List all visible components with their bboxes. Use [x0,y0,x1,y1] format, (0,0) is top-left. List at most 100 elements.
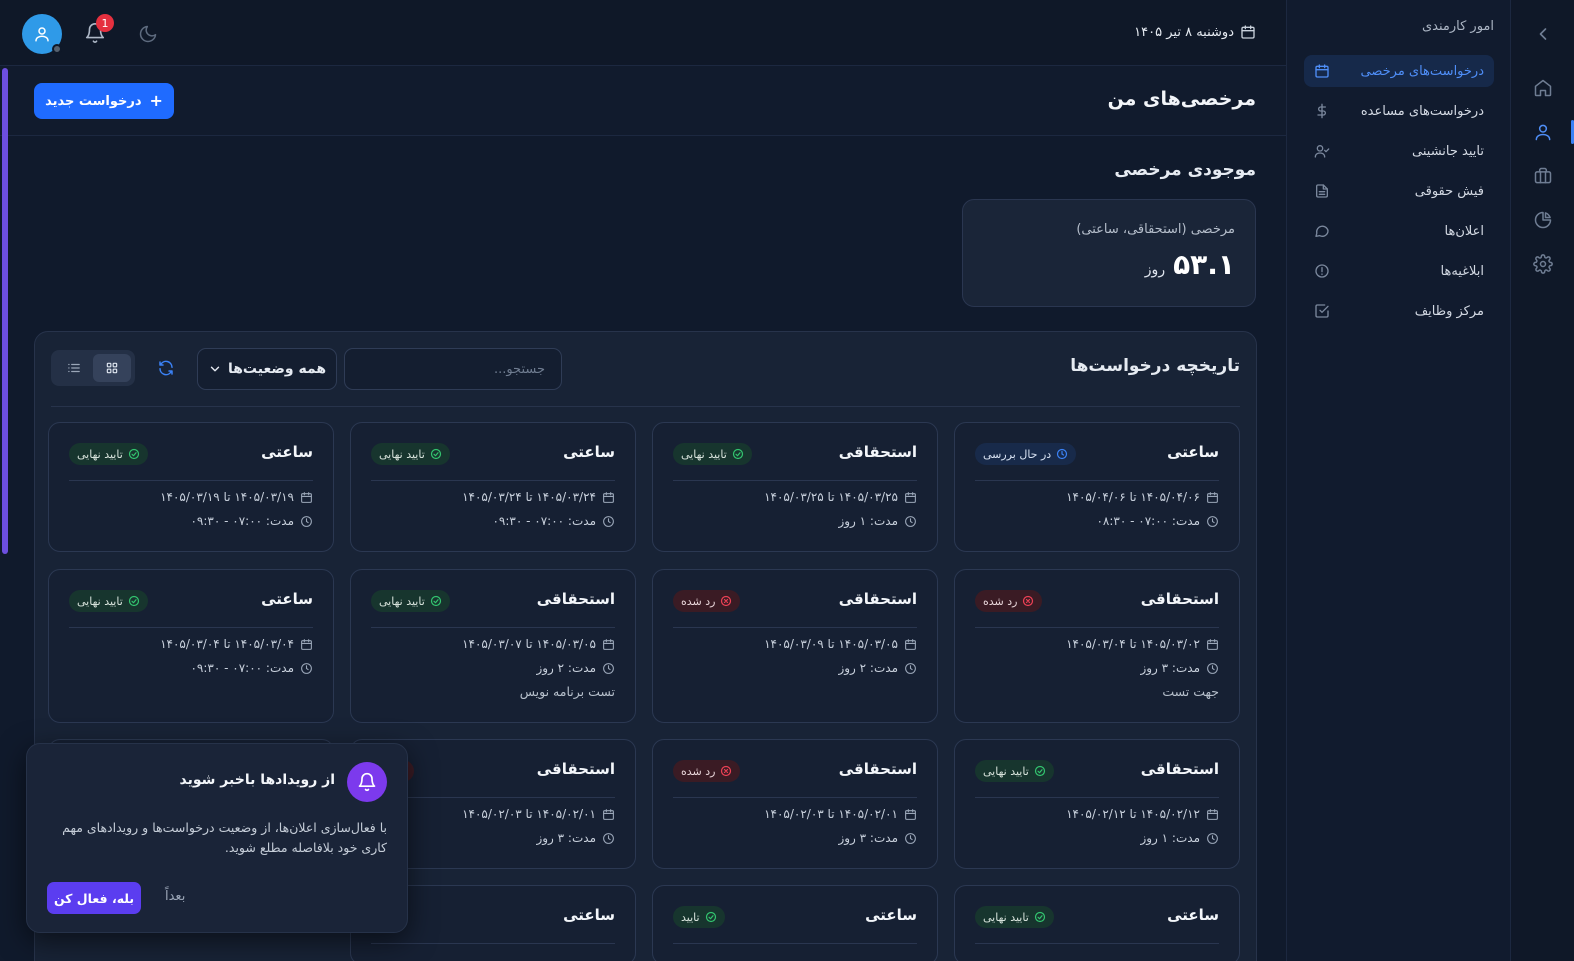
list-view-icon[interactable] [55,354,93,382]
clock-icon [300,662,313,675]
status-pending-icon [1056,448,1068,460]
scrollbar-thumb[interactable] [2,68,8,554]
date-range-text: ۱۴۰۵/۰۲/۰۱ تا ۱۴۰۵/۰۲/۰۳ [462,807,596,821]
moon-icon[interactable] [138,24,158,44]
leave-request-card[interactable]: ساعتی در حال بررسی ۱۴۰۵/۰۴/۰۶ تا ۱۴۰۵/۰۴/۰… [954,422,1240,552]
duration-text: مدت: ۱ روز [1140,831,1200,845]
clock-icon [300,515,313,528]
leave-type: ساعتی [261,443,313,461]
duration: مدت: ۰۷:۰۰ - ۰۸:۳۰ [1096,514,1219,528]
calendar-icon [1314,63,1330,79]
leave-type: ساعتی [563,443,615,461]
card-divider [371,943,615,944]
status-text: تایید نهایی [983,910,1029,924]
collapse-chevron-icon[interactable] [1531,22,1555,46]
refresh-icon[interactable] [157,359,175,377]
sidebar-item-task-center[interactable]: مرکز وظایف [1304,295,1494,327]
settings-gear-icon[interactable] [1531,252,1555,276]
grid-view-icon[interactable] [93,354,131,382]
duration: مدت: ۲ روز [536,661,615,675]
status-rejected-icon [720,595,732,607]
status-text: تایید نهایی [77,447,123,461]
history-title: تاریخچه درخواست‌ها [1070,356,1240,376]
status-filter-select[interactable]: همه وضعیت‌ها [197,348,337,390]
leave-balance-card: مرخصی (استحقاقی، ساعتی) ۵۳.۱ روز [962,199,1256,307]
calendar-icon [602,638,615,651]
new-request-button[interactable]: + درخواست جدید [34,83,174,119]
new-request-label: درخواست جدید [45,93,142,109]
duration-text: مدت: ۰۷:۰۰ - ۰۹:۳۰ [492,514,596,528]
card-divider [371,480,615,481]
leave-request-card[interactable]: استحقاقی رد شده ۱۴۰۵/۰۳/۰۲ تا ۱۴۰۵/۰۳/۰۴ مد… [954,569,1240,723]
status-rejected-icon [1022,595,1034,607]
status-badge: تایید نهایی [975,760,1054,782]
duration: مدت: ۳ روز [536,831,615,845]
date-range-text: ۱۴۰۵/۰۴/۰۶ تا ۱۴۰۵/۰۴/۰۶ [1066,490,1200,504]
leave-type: ساعتی [1167,443,1219,461]
user-icon[interactable] [1531,120,1555,144]
pie-chart-icon[interactable] [1531,208,1555,232]
card-divider [673,797,917,798]
leave-request-card[interactable]: استحقاقی تایید نهایی ۱۴۰۵/۰۳/۰۵ تا ۱۴۰۵/۰۳… [350,569,636,723]
later-button[interactable]: بعداً [165,889,185,904]
status-badge: تایید [673,906,725,928]
prompt-title: از رویدادها باخبر شوید [179,772,335,788]
sidebar-item-announcements[interactable]: ابلاغیه‌ها [1304,255,1494,287]
leave-request-card[interactable]: استحقاقی تایید نهایی ۱۴۰۵/۰۳/۲۵ تا ۱۴۰۵/۰۳… [652,422,938,552]
status-rejected-icon [720,765,732,777]
clock-icon [602,515,615,528]
status-badge: تایید نهایی [69,590,148,612]
balance-value: ۵۳.۱ روز [1145,248,1235,281]
card-divider [975,627,1219,628]
leave-request-card[interactable]: استحقاقی تایید نهایی ۱۴۰۵/۰۲/۱۲ تا ۱۴۰۵/۰۲… [954,739,1240,869]
card-divider [673,480,917,481]
leave-request-card[interactable]: ساعتی تایید نهایی ۱۴۰۵/۰۳/۰۴ تا ۱۴۰۵/۰۳/۰۴… [48,569,334,723]
leave-request-card[interactable]: استحقاقی رد شده ۱۴۰۵/۰۲/۰۱ تا ۱۴۰۵/۰۲/۰۳ مد… [652,739,938,869]
status-filter-value: همه وضعیت‌ها [227,361,327,377]
status-text: تایید نهایی [681,447,727,461]
clock-icon [904,832,917,845]
sidebar-item-label: ابلاغیه‌ها [1440,263,1485,279]
date-range: ۱۴۰۵/۰۳/۲۴ تا ۱۴۰۵/۰۳/۲۴ [462,490,615,504]
date-range-text: ۱۴۰۵/۰۳/۲۵ تا ۱۴۰۵/۰۳/۲۵ [764,490,898,504]
leave-request-card[interactable]: ساعتی تایید نهایی ۱۴۰۵/۰۳/۲۴ تا ۱۴۰۵/۰۳/۲۴… [350,422,636,552]
sidebar-title: امور کارمندی [1421,19,1494,34]
enable-notifications-button[interactable]: بله، فعال کن [47,882,141,914]
main-content: 1 دوشنبه ۸ تیر ۱۴۰۵ مرخصی‌های من + درخوا… [0,0,1286,961]
leave-type: استحقاقی [838,760,917,778]
status-approved-icon [705,911,717,923]
sidebar: امور کارمندی درخواست‌های مرخصی درخواست‌ه… [1286,0,1510,961]
status-badge: تایید نهایی [673,443,752,465]
status-approved-icon [1034,911,1046,923]
leave-request-card[interactable]: ساعتی تایید [652,885,938,961]
status-badge: تایید نهایی [69,443,148,465]
view-toggle [51,350,135,386]
status-badge: در حال بررسی [975,443,1077,465]
status-badge: رد شده [673,760,741,782]
date-range: ۱۴۰۵/۰۳/۰۵ تا ۱۴۰۵/۰۳/۰۷ [462,637,615,651]
home-icon[interactable] [1531,76,1555,100]
calendar-icon [1240,24,1256,40]
duration: مدت: ۲ روز [838,661,917,675]
leave-request-card[interactable]: استحقاقی رد شده ۱۴۰۵/۰۳/۰۵ تا ۱۴۰۵/۰۳/۰۹ مد… [652,569,938,723]
status-text: تایید نهایی [983,764,1029,778]
duration: مدت: ۰۷:۰۰ - ۰۹:۳۰ [492,514,615,528]
sidebar-item-leave-requests[interactable]: درخواست‌های مرخصی [1304,55,1494,87]
status-text: تایید [681,910,700,924]
status-approved-icon [128,448,140,460]
leave-request-card[interactable]: ساعتی تایید نهایی ۱۴۰۵/۰۳/۱۹ تا ۱۴۰۵/۰۳/۱۹… [48,422,334,552]
leave-request-card[interactable]: ساعتی تایید نهایی [954,885,1240,961]
search-input[interactable] [344,348,562,390]
sidebar-item-substitute-approval[interactable]: تایید جانشینی [1304,135,1494,167]
dollar-icon [1314,103,1330,119]
sidebar-item-payslip[interactable]: فیش حقوقی [1304,175,1494,207]
status-text: رد شده [681,594,716,608]
calendar-icon [602,808,615,821]
panel-divider [51,406,1240,407]
sidebar-item-advance-requests[interactable]: درخواست‌های مساعده [1304,95,1494,127]
sidebar-item-notifications[interactable]: اعلان‌ها [1304,215,1494,247]
duration-text: مدت: ۰۷:۰۰ - ۰۹:۳۰ [190,661,294,675]
briefcase-icon[interactable] [1531,164,1555,188]
card-divider [69,627,313,628]
status-text: رد شده [681,764,716,778]
